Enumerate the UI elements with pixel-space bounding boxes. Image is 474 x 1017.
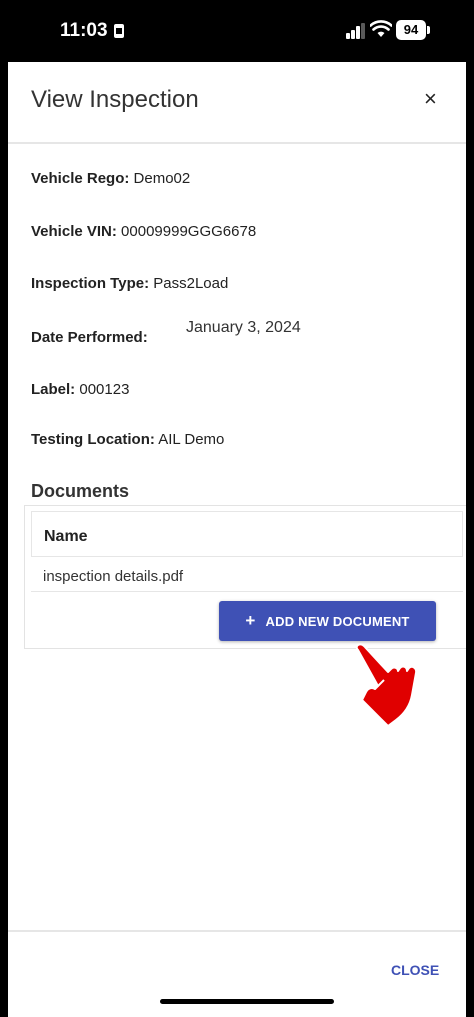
testing-location-label: Testing Location: — [31, 431, 155, 448]
status-bar: 11:03 94 — [8, 0, 466, 62]
inspection-type-label: Inspection Type: — [31, 275, 150, 292]
pointing-hand-icon — [355, 643, 418, 727]
wifi-icon — [370, 20, 392, 37]
vehicle-vin-field: Vehicle VIN: 00009999GGG6678 — [31, 223, 256, 240]
inspection-type-field: Inspection Type: Pass2Load — [31, 275, 228, 292]
vehicle-vin-value: 00009999GGG6678 — [121, 223, 257, 240]
phone-screen: 11:03 94 View Inspection × Vehicle Rego:… — [8, 0, 466, 1017]
footer-divider — [8, 930, 466, 932]
plus-icon: + — [245, 611, 256, 630]
documents-table-header: Name — [31, 511, 463, 557]
label-field: Label: 000123 — [31, 381, 129, 398]
table-row[interactable]: inspection details.pdf — [43, 568, 183, 585]
sim-card-icon — [114, 24, 124, 38]
documents-heading: Documents — [31, 481, 130, 501]
document-name[interactable]: inspection details.pdf — [43, 568, 183, 585]
inspection-type-value: Pass2Load — [153, 275, 229, 292]
date-performed-label: Date Performed: — [31, 329, 148, 346]
battery-tip — [427, 26, 430, 34]
date-performed-value: January 3, 2024 — [186, 319, 301, 336]
close-button[interactable]: CLOSE — [391, 962, 439, 978]
vehicle-rego-label: Vehicle Rego: — [31, 170, 130, 187]
close-icon[interactable]: × — [424, 86, 437, 112]
vehicle-vin-label: Vehicle VIN: — [31, 223, 117, 240]
testing-location-field: Testing Location: AIL Demo — [31, 431, 224, 448]
testing-location-value: AIL Demo — [158, 431, 225, 448]
cellular-signal-icon — [346, 21, 366, 39]
add-new-document-label: ADD NEW DOCUMENT — [265, 613, 410, 629]
dialog-title: View Inspection — [31, 86, 199, 113]
battery-icon: 94 — [396, 20, 426, 40]
vehicle-rego-field: Vehicle Rego: Demo02 — [31, 170, 190, 187]
label-label: Label: — [31, 381, 76, 398]
table-divider — [31, 591, 463, 592]
label-value: 000123 — [79, 381, 130, 398]
dialog-header: View Inspection × — [8, 62, 466, 144]
home-indicator[interactable] — [160, 999, 334, 1004]
vehicle-rego-value: Demo02 — [133, 170, 191, 187]
add-new-document-button[interactable]: + ADD NEW DOCUMENT — [219, 601, 436, 641]
name-column-header: Name — [44, 528, 88, 545]
status-time: 11:03 — [60, 20, 108, 41]
date-performed-field: Date Performed: — [31, 329, 179, 346]
